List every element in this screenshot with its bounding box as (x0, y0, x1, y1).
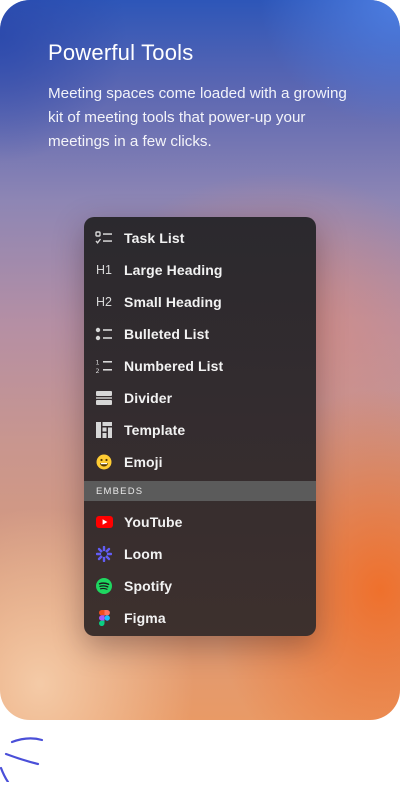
embeds-section-header: EMBEDS (84, 481, 316, 501)
section-label: EMBEDS (96, 485, 144, 497)
scribble-decoration (0, 737, 44, 782)
loom-icon (95, 545, 113, 563)
menu-item-numbered-list[interactable]: 12 Numbered List (84, 350, 316, 382)
menu-item-template[interactable]: Template (84, 414, 316, 446)
divider-icon (95, 389, 113, 407)
h1-icon: H1 (96, 263, 112, 277)
task-list-icon (95, 229, 113, 247)
youtube-icon (95, 513, 113, 531)
figma-icon (95, 609, 113, 627)
menu-item-figma[interactable]: Figma (84, 602, 316, 634)
menu-item-label: Figma (124, 610, 166, 626)
menu-item-small-heading[interactable]: H2 Small Heading (84, 286, 316, 318)
menu-item-large-heading[interactable]: H1 Large Heading (84, 254, 316, 286)
page-title: Powerful Tools (48, 40, 194, 65)
h2-icon: H2 (96, 295, 112, 309)
menu-item-label: Loom (124, 546, 163, 562)
svg-text:2: 2 (96, 367, 100, 374)
menu-item-label: Spotify (124, 578, 173, 594)
numbered-list-icon: 12 (95, 357, 113, 375)
template-icon (95, 421, 113, 439)
menu-item-spotify[interactable]: Spotify (84, 570, 316, 602)
emoji-icon (95, 453, 113, 471)
menu-item-label: Large Heading (124, 262, 223, 278)
menu-item-divider[interactable]: Divider (84, 382, 316, 414)
menu-item-youtube[interactable]: YouTube (84, 506, 316, 538)
menu-item-label: Divider (124, 390, 173, 406)
feature-card: Powerful Tools Meeting spaces come loade… (0, 0, 400, 720)
menu-item-task-list[interactable]: Task List (84, 222, 316, 254)
spotify-icon (95, 577, 113, 595)
svg-text:1: 1 (96, 359, 100, 367)
menu-item-label: Template (124, 422, 186, 438)
menu-item-label: Task List (124, 230, 185, 246)
menu-item-label: Small Heading (124, 294, 222, 310)
slash-command-menu: Task List H1 Large Heading H2 Small Head… (84, 217, 316, 636)
bulleted-list-icon (95, 325, 113, 343)
menu-item-label: YouTube (124, 514, 183, 530)
menu-item-bulleted-list[interactable]: Bulleted List (84, 318, 316, 350)
menu-item-label: Numbered List (124, 358, 224, 374)
menu-item-label: Bulleted List (124, 326, 210, 342)
menu-item-loom[interactable]: Loom (84, 538, 316, 570)
page-description: Meeting spaces come loaded with a growin… (48, 85, 347, 150)
menu-item-emoji[interactable]: Emoji (84, 446, 316, 478)
menu-item-label: Emoji (124, 454, 163, 470)
